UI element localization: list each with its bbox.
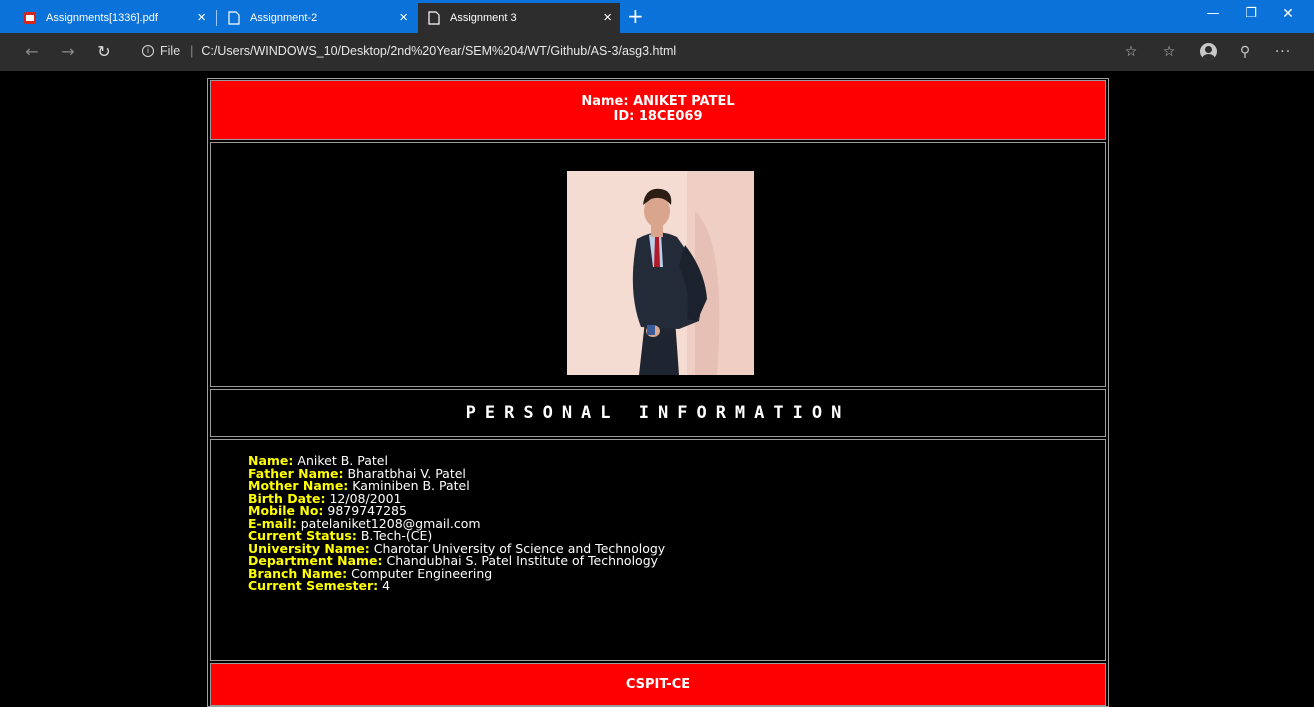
footer-text: CSPIT-CE: [625, 677, 691, 692]
page-icon: [426, 10, 442, 26]
close-window-icon[interactable]: ✕: [1278, 6, 1298, 22]
back-arrow-icon[interactable]: ←: [22, 42, 42, 62]
close-icon[interactable]: ×: [197, 10, 206, 26]
tab-assignment-3[interactable]: Assignment 3 ×: [418, 3, 620, 33]
tab-title: Assignment 3: [450, 12, 517, 24]
favorites-icon[interactable]: ☆: [1160, 43, 1178, 61]
url-text[interactable]: C:/Users/WINDOWS_10/Desktop/2nd%20Year/S…: [201, 44, 676, 58]
profile-photo: [567, 171, 754, 375]
star-icon[interactable]: ☆: [1122, 43, 1140, 61]
close-icon[interactable]: ×: [399, 10, 408, 26]
footer-banner: CSPIT-CE: [210, 663, 1106, 706]
header-banner: Name: ANIKET PATEL ID: 18CE069: [210, 80, 1106, 140]
page-icon: [226, 10, 242, 26]
tab-separator: [216, 10, 217, 26]
page-viewport: Name: ANIKET PATEL ID: 18CE069 PERSONAL …: [0, 71, 1314, 707]
personal-info-list: Name: Aniket B. Patel Father Name: Bhara…: [210, 439, 1106, 661]
forward-arrow-icon[interactable]: →: [58, 42, 78, 62]
refresh-icon[interactable]: ↻: [94, 42, 114, 62]
tab-strip: Assignments[1336].pdf × Assignment-2 × A…: [0, 0, 1314, 33]
header-name: Name: ANIKET PATEL: [581, 94, 735, 109]
resume-table: Name: ANIKET PATEL ID: 18CE069 PERSONAL …: [207, 78, 1109, 707]
info-icon[interactable]: i: [142, 45, 154, 57]
info-label: Current Semester:: [248, 578, 379, 593]
close-icon[interactable]: ×: [603, 10, 612, 26]
info-value: 4: [382, 578, 391, 593]
address-separator: |: [190, 44, 194, 58]
pdf-icon: [22, 10, 38, 26]
file-label: File: [160, 44, 181, 58]
photo-cell: [210, 142, 1106, 387]
info-row-semester: Current Semester: 4: [248, 578, 1105, 593]
read-aloud-icon[interactable]: ⚲: [1236, 43, 1254, 61]
header-id: ID: 18CE069: [613, 109, 703, 124]
browser-toolbar: ← → ↻ i File | C:/Users/WINDOWS_10/Deskt…: [0, 33, 1314, 71]
restore-icon[interactable]: ❐: [1241, 6, 1261, 21]
section-title: PERSONAL INFORMATION: [210, 389, 1106, 437]
tab-assignment-2[interactable]: Assignment-2 ×: [218, 3, 416, 33]
tab-assignments-pdf[interactable]: Assignments[1336].pdf ×: [14, 3, 214, 33]
section-title-text: PERSONAL INFORMATION: [465, 403, 851, 423]
tab-title: Assignments[1336].pdf: [46, 12, 158, 24]
new-tab-button[interactable]: +: [627, 6, 644, 26]
address-bar[interactable]: i File | C:/Users/WINDOWS_10/Desktop/2nd…: [142, 44, 676, 58]
tab-title: Assignment-2: [250, 12, 318, 24]
profile-avatar-icon[interactable]: [1200, 43, 1218, 61]
more-options-icon[interactable]: ···: [1274, 43, 1292, 61]
minimize-icon[interactable]: —: [1203, 6, 1223, 21]
